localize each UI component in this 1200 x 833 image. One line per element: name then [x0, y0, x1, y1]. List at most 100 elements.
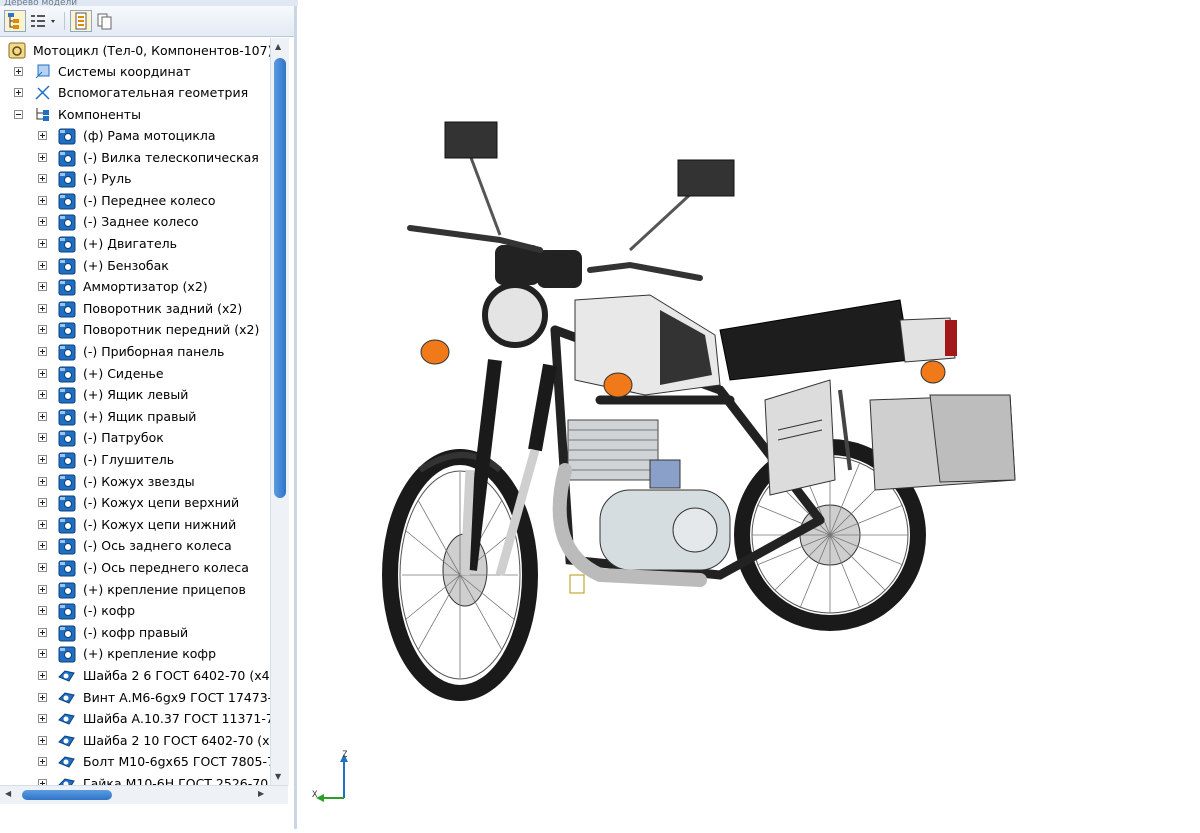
vertical-scroll-thumb[interactable] [274, 58, 286, 498]
expand-icon[interactable] [38, 563, 47, 572]
tree-item-component[interactable]: (-) Вилка телескопическая [0, 147, 270, 168]
expand-icon[interactable] [38, 649, 47, 659]
front-wheel [382, 449, 538, 701]
tree-item-component[interactable]: Болт М10-6gx65 ГОСТ 7805-70 [0, 751, 270, 772]
tree-item-component[interactable]: (+) крепление прицепов [0, 579, 270, 600]
tree-item-component[interactable]: (+) Ящик правый [0, 406, 270, 427]
scroll-right-icon[interactable]: ▶ [258, 789, 264, 798]
expand-icon[interactable] [38, 714, 47, 724]
collapse-icon[interactable] [14, 110, 23, 119]
tree-item-component[interactable]: (ф) Рама мотоцикла [0, 125, 270, 146]
list-view-dropdown-button[interactable] [28, 10, 60, 32]
tree-item-components[interactable]: Компоненты [0, 104, 270, 125]
copy-button[interactable] [94, 10, 116, 32]
tree-item-component[interactable]: Шайба 2 6 ГОСТ 6402-70 (x4) [0, 665, 270, 686]
tree-item-component[interactable]: (-) кофр правый [0, 622, 270, 643]
tree-item-auxiliary-geometry[interactable]: Вспомогательная геометрия [0, 82, 270, 103]
expand-icon[interactable] [38, 195, 47, 205]
tree-item-coordinate-systems[interactable]: Системы координат [0, 61, 270, 82]
tree-item-component[interactable]: (-) Кожух звезды [0, 471, 270, 492]
expand-icon[interactable] [14, 67, 23, 76]
tree-item-component[interactable]: (+) Двигатель [0, 233, 270, 254]
tree-item-label: (-) Ось переднего колеса [83, 560, 249, 575]
tree-item-component[interactable]: (-) Руль [0, 168, 270, 189]
expand-icon[interactable] [38, 455, 47, 464]
tree-item-component[interactable]: (-) Ось заднего колеса [0, 535, 270, 556]
expand-icon[interactable] [38, 152, 47, 162]
part-icon [58, 366, 76, 383]
expand-icon[interactable] [38, 671, 47, 680]
expand-icon[interactable] [38, 476, 47, 486]
tree-item-component[interactable]: (-) Переднее колесо [0, 190, 270, 211]
tree-item-component[interactable]: Шайба А.10.37 ГОСТ 11371-78 [0, 708, 270, 729]
tree-item-component[interactable]: (-) кофр [0, 600, 270, 621]
axis-triad-icon [316, 754, 348, 802]
tree-item-label: Шайба 2 6 ГОСТ 6402-70 (x4) [83, 668, 270, 683]
tree-item-component[interactable]: Винт А.М6-6gx9 ГОСТ 17473-8 [0, 687, 270, 708]
part-icon [58, 474, 76, 491]
tree-item-component[interactable]: (-) Кожух цепи верхний [0, 492, 270, 513]
part-icon [58, 625, 76, 642]
horizontal-scroll-thumb[interactable] [22, 790, 112, 800]
document-icon [75, 12, 87, 30]
part-icon [58, 430, 76, 447]
expand-icon[interactable] [38, 433, 47, 443]
tree-item-component[interactable]: (-) Заднее колесо [0, 211, 270, 232]
tree-item-component[interactable]: (+) Ящик левый [0, 384, 270, 405]
tree-item-component[interactable]: Поворотник передний (x2) [0, 319, 270, 340]
x-axis-label: X [312, 790, 318, 800]
expand-icon[interactable] [38, 411, 47, 421]
part-icon [58, 128, 76, 145]
part-icon [58, 171, 76, 188]
expand-icon[interactable] [38, 347, 47, 356]
tree-item-label: Болт М10-6gx65 ГОСТ 7805-70 [83, 754, 270, 770]
expand-icon[interactable] [38, 303, 47, 313]
tree-item-component[interactable]: Поворотник задний (x2) [0, 298, 270, 319]
tree-item-component[interactable]: Аммортизатор (x2) [0, 276, 270, 297]
tree-item-component[interactable]: (+) Бензобак [0, 255, 270, 276]
expand-icon[interactable] [38, 174, 47, 184]
expand-icon[interactable] [38, 239, 47, 248]
tree-item-label: Шайба 2 10 ГОСТ 6402-70 (x2) [83, 732, 270, 748]
expand-icon[interactable] [38, 131, 47, 140]
expand-icon[interactable] [38, 368, 47, 378]
tree-root[interactable]: Мотоцикл (Тел-0, Компонентов-107) [0, 40, 270, 61]
scroll-up-icon[interactable]: ▲ [275, 42, 281, 51]
expand-icon[interactable] [38, 390, 47, 400]
scroll-left-icon[interactable]: ◀ [5, 789, 11, 798]
expand-icon[interactable] [38, 584, 47, 594]
tree-item-component[interactable]: (-) Патрубок [0, 427, 270, 448]
expand-icon[interactable] [38, 627, 47, 637]
turn-signal-front-right [603, 372, 633, 398]
tree-item-label: (-) кофр [83, 603, 136, 619]
properties-button[interactable] [70, 10, 92, 32]
expand-icon[interactable] [38, 217, 47, 227]
expand-icon[interactable] [38, 282, 47, 292]
expand-icon[interactable] [38, 606, 47, 616]
expand-icon[interactable] [38, 325, 47, 335]
tree-item-component[interactable]: (-) Глушитель [0, 449, 270, 470]
expand-icon[interactable] [38, 519, 47, 529]
expand-icon[interactable] [38, 541, 47, 551]
expand-icon[interactable] [38, 735, 47, 745]
tree-item-label: (+) Ящик левый [83, 387, 189, 403]
expand-icon[interactable] [14, 88, 23, 97]
expand-icon[interactable] [38, 498, 47, 508]
tree-item-component[interactable]: (-) Ось переднего колеса [0, 557, 270, 578]
expand-icon[interactable] [38, 692, 47, 702]
tree-item-component[interactable]: Шайба 2 10 ГОСТ 6402-70 (x2) [0, 730, 270, 751]
tree-item-component[interactable]: (-) Приборная панель [0, 341, 270, 362]
expand-icon[interactable] [38, 260, 47, 270]
part-icon [58, 646, 76, 663]
expand-icon[interactable] [38, 757, 47, 767]
tree-item-component[interactable]: (+) крепление кофр [0, 643, 270, 664]
tree-item-component[interactable]: (-) Кожух цепи нижний [0, 514, 270, 535]
tree-view-button[interactable] [4, 10, 26, 32]
tree-item-component[interactable]: (+) Сиденье [0, 363, 270, 384]
scroll-down-icon[interactable]: ▼ [275, 772, 281, 781]
tree-horizontal-scrollbar[interactable]: ◀ ▶ [0, 785, 288, 804]
tree-item-component[interactable]: Гайка М10-6Н ГОСТ 2526-70 (x [0, 773, 270, 785]
tree-vertical-scrollbar[interactable]: ▲ ▼ [270, 38, 289, 785]
part-icon [58, 409, 76, 426]
3d-viewport[interactable]: Z X [300, 0, 1200, 829]
